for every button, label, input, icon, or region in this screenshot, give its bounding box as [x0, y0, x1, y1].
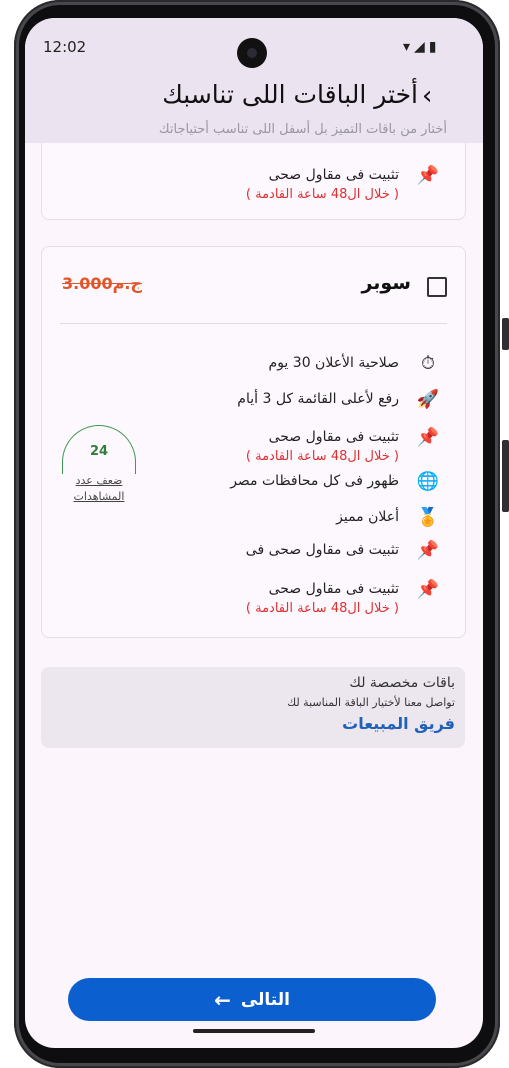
- camera-icon: [237, 38, 267, 68]
- feature-text: صلاحية الأعلان 30 يوم: [268, 355, 399, 371]
- feature-row: 🏅 أعلان مميز: [336, 507, 443, 528]
- device-frame: 📌 تثبيت فى مقاول صحى ( خلال ال48 ساعة ال…: [0, 0, 509, 1068]
- plan-card-super[interactable]: سوبر 3.000ج.م ⏱ صلاحية الأعلان 30 يوم 🚀 …: [41, 246, 466, 638]
- status-icons: ▾◢▮: [403, 39, 441, 55]
- pin-icon: 📌: [416, 165, 440, 186]
- feature-row: 📌 تثبيت فى مقاول صحى فى: [246, 540, 443, 561]
- power-button: [502, 440, 509, 512]
- feature-row: 📌 تثبيت فى مقاول صحى ( خلال ال48 ساعة ال…: [246, 579, 443, 619]
- custom-subtitle: تواصل معنا لأختيار الباقة المناسبة لك: [287, 696, 455, 709]
- feature-note: ( خلال ال48 ساعة القادمة ): [245, 449, 399, 464]
- plan-checkbox[interactable]: [427, 277, 447, 297]
- gauge-label[interactable]: ضعف عدد المشاهدات: [54, 473, 144, 505]
- feature-row: 🚀 رفع لأعلى القائمة كل 3 أيام: [237, 389, 443, 410]
- pin-icon: 📌: [416, 540, 440, 561]
- next-label: التالى: [240, 989, 290, 1010]
- divider: [60, 323, 447, 324]
- timer-icon: ⏱: [420, 353, 436, 374]
- feature-text: رفع لأعلى القائمة كل 3 أيام: [237, 391, 399, 407]
- arrow-left-icon: ←: [214, 987, 231, 1012]
- feature-row: 📌 تثبيت فى مقاول صحى ( خلال ال48 ساعة ال…: [246, 427, 443, 467]
- next-button[interactable]: التالى ←: [68, 978, 436, 1021]
- feature-row: 📌 تثبيت فى مقاول صحى ( خلال ال48 ساعة ال…: [246, 165, 443, 205]
- plan-name: سوبر: [361, 272, 411, 294]
- globe-icon: 🌐: [416, 471, 440, 492]
- rocket-icon: 🚀: [416, 389, 440, 410]
- feature-text: تثبيت فى مقاول صحى فى: [245, 542, 399, 558]
- sales-team-link[interactable]: فريق المبيعات: [342, 714, 455, 733]
- custom-plans-box: باقات مخصصة لك تواصل معنا لأختيار الباقة…: [41, 667, 465, 748]
- plan-price: 3.000ج.م: [62, 274, 142, 293]
- views-gauge: 24: [62, 425, 136, 474]
- custom-title: باقات مخصصة لك: [349, 675, 455, 691]
- page-title: أختر الباقات اللى تناسبك: [162, 80, 418, 109]
- feature-row: 🌐 ظهور فى كل محافظات مصر: [230, 471, 443, 492]
- feature-text: أعلان مميز: [336, 509, 399, 525]
- feature-note: ( خلال ال48 ساعة القادمة ): [245, 187, 399, 202]
- app-header: 12:02 ▾◢▮ ‹ أختر الباقات اللى تناسبك أخت…: [25, 18, 483, 143]
- screen: 📌 تثبيت فى مقاول صحى ( خلال ال48 ساعة ال…: [25, 18, 483, 1048]
- feature-note: ( خلال ال48 ساعة القادمة ): [245, 601, 399, 616]
- feature-text: تثبيت فى مقاول صحى: [268, 167, 399, 183]
- badge-icon: 🏅: [416, 507, 440, 528]
- home-indicator[interactable]: [193, 1029, 315, 1033]
- feature-text: تثبيت فى مقاول صحى: [268, 581, 399, 597]
- back-arrow-icon[interactable]: ‹: [422, 83, 432, 109]
- feature-text: ظهور فى كل محافظات مصر: [230, 473, 399, 489]
- gauge-value: 24: [89, 444, 109, 459]
- page-subtitle: أختار من باقات التميز بل أسفل اللى تناسب…: [158, 122, 447, 137]
- pin-icon: 📌: [416, 427, 440, 448]
- feature-row: ⏱ صلاحية الأعلان 30 يوم: [269, 353, 443, 374]
- feature-text: تثبيت فى مقاول صحى: [268, 429, 399, 445]
- status-time: 12:02: [43, 38, 87, 56]
- pin-icon: 📌: [416, 579, 440, 600]
- volume-button: [502, 318, 509, 350]
